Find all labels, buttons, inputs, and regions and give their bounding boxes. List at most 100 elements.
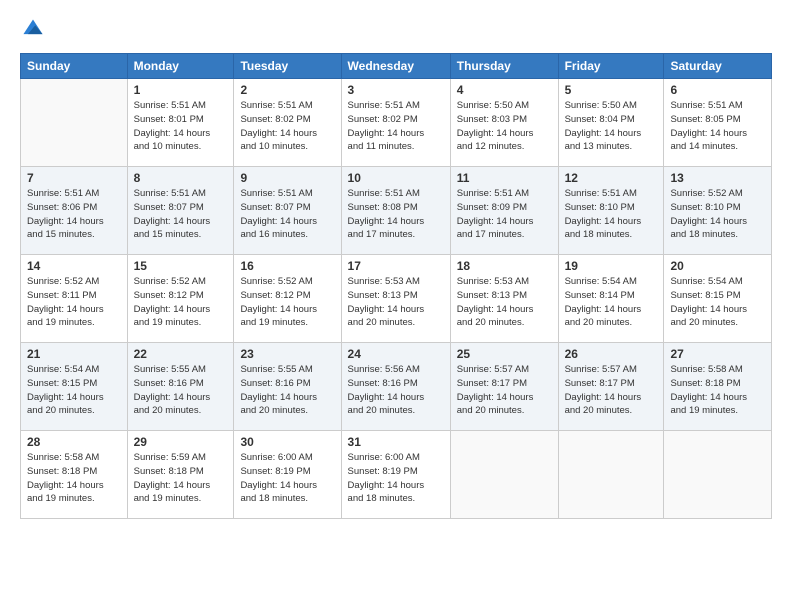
- calendar-cell: 7 Sunrise: 5:51 AM Sunset: 8:06 PM Daylig…: [21, 167, 128, 255]
- day-info: Sunrise: 5:52 AM Sunset: 8:12 PM Dayligh…: [134, 275, 228, 330]
- day-number: 25: [457, 347, 552, 361]
- day-info: Sunrise: 5:51 AM Sunset: 8:07 PM Dayligh…: [240, 187, 334, 242]
- day-info: Sunrise: 5:52 AM Sunset: 8:10 PM Dayligh…: [670, 187, 765, 242]
- weekday-header: Tuesday: [234, 54, 341, 79]
- day-info: Sunrise: 5:53 AM Sunset: 8:13 PM Dayligh…: [457, 275, 552, 330]
- day-number: 17: [348, 259, 444, 273]
- calendar-cell: 28Sunrise: 5:58 AM Sunset: 8:18 PM Dayli…: [21, 431, 128, 519]
- day-number: 30: [240, 435, 334, 449]
- day-number: 3: [348, 83, 444, 97]
- day-info: Sunrise: 5:54 AM Sunset: 8:14 PM Dayligh…: [565, 275, 658, 330]
- day-info: Sunrise: 5:50 AM Sunset: 8:03 PM Dayligh…: [457, 99, 552, 154]
- calendar-cell: 11Sunrise: 5:51 AM Sunset: 8:09 PM Dayli…: [450, 167, 558, 255]
- calendar-header-row: SundayMondayTuesdayWednesdayThursdayFrid…: [21, 54, 772, 79]
- day-number: 7: [27, 171, 121, 185]
- day-number: 13: [670, 171, 765, 185]
- day-number: 16: [240, 259, 334, 273]
- page: SundayMondayTuesdayWednesdayThursdayFrid…: [0, 0, 792, 612]
- calendar-cell: 18 Sunrise: 5:53 AM Sunset: 8:13 PM Dayli…: [450, 255, 558, 343]
- calendar-cell: 8 Sunrise: 5:51 AM Sunset: 8:07 PM Daylig…: [127, 167, 234, 255]
- calendar-cell: 17 Sunrise: 5:53 AM Sunset: 8:13 PM Dayli…: [341, 255, 450, 343]
- day-number: 23: [240, 347, 334, 361]
- day-info: Sunrise: 5:58 AM Sunset: 8:18 PM Dayligh…: [670, 363, 765, 418]
- calendar-week-row: 1 Sunrise: 5:51 AM Sunset: 8:01 PM Daylig…: [21, 79, 772, 167]
- day-info: Sunrise: 5:52 AM Sunset: 8:12 PM Dayligh…: [240, 275, 334, 330]
- day-info: Sunrise: 5:57 AM Sunset: 8:17 PM Dayligh…: [457, 363, 552, 418]
- calendar-cell: 26Sunrise: 5:57 AM Sunset: 8:17 PM Dayli…: [558, 343, 664, 431]
- day-number: 21: [27, 347, 121, 361]
- day-number: 24: [348, 347, 444, 361]
- calendar-cell: 15 Sunrise: 5:52 AM Sunset: 8:12 PM Dayli…: [127, 255, 234, 343]
- calendar-cell: 3 Sunrise: 5:51 AM Sunset: 8:02 PM Daylig…: [341, 79, 450, 167]
- day-number: 8: [134, 171, 228, 185]
- header: [20, 18, 772, 45]
- calendar-cell: 14 Sunrise: 5:52 AM Sunset: 8:11 PM Dayli…: [21, 255, 128, 343]
- day-number: 22: [134, 347, 228, 361]
- calendar-cell: 23 Sunrise: 5:55 AM Sunset: 8:16 PM Dayli…: [234, 343, 341, 431]
- day-number: 27: [670, 347, 765, 361]
- calendar-cell: 6 Sunrise: 5:51 AM Sunset: 8:05 PM Daylig…: [664, 79, 772, 167]
- calendar-cell: 21 Sunrise: 5:54 AM Sunset: 8:15 PM Dayli…: [21, 343, 128, 431]
- day-info: Sunrise: 5:51 AM Sunset: 8:05 PM Dayligh…: [670, 99, 765, 154]
- day-info: Sunrise: 5:53 AM Sunset: 8:13 PM Dayligh…: [348, 275, 444, 330]
- day-info: Sunrise: 5:50 AM Sunset: 8:04 PM Dayligh…: [565, 99, 658, 154]
- calendar-cell: 10 Sunrise: 5:51 AM Sunset: 8:08 PM Dayli…: [341, 167, 450, 255]
- day-info: Sunrise: 5:51 AM Sunset: 8:07 PM Dayligh…: [134, 187, 228, 242]
- weekday-header: Saturday: [664, 54, 772, 79]
- day-info: Sunrise: 5:59 AM Sunset: 8:18 PM Dayligh…: [134, 451, 228, 506]
- day-info: Sunrise: 5:54 AM Sunset: 8:15 PM Dayligh…: [27, 363, 121, 418]
- day-number: 15: [134, 259, 228, 273]
- day-number: 18: [457, 259, 552, 273]
- weekday-header: Wednesday: [341, 54, 450, 79]
- day-info: Sunrise: 5:51 AM Sunset: 8:08 PM Dayligh…: [348, 187, 444, 242]
- day-number: 9: [240, 171, 334, 185]
- calendar-cell: 9 Sunrise: 5:51 AM Sunset: 8:07 PM Daylig…: [234, 167, 341, 255]
- calendar-cell: 25 Sunrise: 5:57 AM Sunset: 8:17 PM Dayli…: [450, 343, 558, 431]
- day-info: Sunrise: 5:51 AM Sunset: 8:02 PM Dayligh…: [240, 99, 334, 154]
- calendar-cell: 19 Sunrise: 5:54 AM Sunset: 8:14 PM Dayli…: [558, 255, 664, 343]
- calendar-week-row: 7 Sunrise: 5:51 AM Sunset: 8:06 PM Daylig…: [21, 167, 772, 255]
- calendar-cell: [664, 431, 772, 519]
- calendar-cell: 5 Sunrise: 5:50 AM Sunset: 8:04 PM Daylig…: [558, 79, 664, 167]
- calendar-week-row: 28Sunrise: 5:58 AM Sunset: 8:18 PM Dayli…: [21, 431, 772, 519]
- day-info: Sunrise: 5:56 AM Sunset: 8:16 PM Dayligh…: [348, 363, 444, 418]
- weekday-header: Sunday: [21, 54, 128, 79]
- logo-icon: [22, 18, 44, 40]
- weekday-header: Monday: [127, 54, 234, 79]
- calendar-cell: 4 Sunrise: 5:50 AM Sunset: 8:03 PM Daylig…: [450, 79, 558, 167]
- day-info: Sunrise: 5:51 AM Sunset: 8:06 PM Dayligh…: [27, 187, 121, 242]
- day-info: Sunrise: 5:51 AM Sunset: 8:10 PM Dayligh…: [565, 187, 658, 242]
- calendar-cell: [21, 79, 128, 167]
- day-info: Sunrise: 6:00 AM Sunset: 8:19 PM Dayligh…: [240, 451, 334, 506]
- day-number: 14: [27, 259, 121, 273]
- calendar-cell: [558, 431, 664, 519]
- day-info: Sunrise: 5:51 AM Sunset: 8:02 PM Dayligh…: [348, 99, 444, 154]
- calendar-cell: 20Sunrise: 5:54 AM Sunset: 8:15 PM Dayli…: [664, 255, 772, 343]
- day-number: 31: [348, 435, 444, 449]
- weekday-header: Friday: [558, 54, 664, 79]
- day-info: Sunrise: 5:55 AM Sunset: 8:16 PM Dayligh…: [240, 363, 334, 418]
- calendar-cell: 2 Sunrise: 5:51 AM Sunset: 8:02 PM Daylig…: [234, 79, 341, 167]
- day-info: Sunrise: 5:51 AM Sunset: 8:01 PM Dayligh…: [134, 99, 228, 154]
- calendar-cell: 31 Sunrise: 6:00 AM Sunset: 8:19 PM Dayli…: [341, 431, 450, 519]
- day-info: Sunrise: 5:54 AM Sunset: 8:15 PM Dayligh…: [670, 275, 765, 330]
- calendar-cell: 1 Sunrise: 5:51 AM Sunset: 8:01 PM Daylig…: [127, 79, 234, 167]
- day-number: 19: [565, 259, 658, 273]
- day-number: 1: [134, 83, 228, 97]
- day-number: 2: [240, 83, 334, 97]
- day-number: 5: [565, 83, 658, 97]
- day-info: Sunrise: 6:00 AM Sunset: 8:19 PM Dayligh…: [348, 451, 444, 506]
- day-info: Sunrise: 5:52 AM Sunset: 8:11 PM Dayligh…: [27, 275, 121, 330]
- logo: [20, 18, 46, 45]
- calendar-cell: 29 Sunrise: 5:59 AM Sunset: 8:18 PM Dayli…: [127, 431, 234, 519]
- calendar-cell: 12 Sunrise: 5:51 AM Sunset: 8:10 PM Dayli…: [558, 167, 664, 255]
- day-info: Sunrise: 5:55 AM Sunset: 8:16 PM Dayligh…: [134, 363, 228, 418]
- day-number: 10: [348, 171, 444, 185]
- day-number: 12: [565, 171, 658, 185]
- day-number: 6: [670, 83, 765, 97]
- calendar-cell: 16 Sunrise: 5:52 AM Sunset: 8:12 PM Dayli…: [234, 255, 341, 343]
- calendar-cell: 27 Sunrise: 5:58 AM Sunset: 8:18 PM Dayli…: [664, 343, 772, 431]
- day-number: 4: [457, 83, 552, 97]
- day-number: 28: [27, 435, 121, 449]
- day-number: 29: [134, 435, 228, 449]
